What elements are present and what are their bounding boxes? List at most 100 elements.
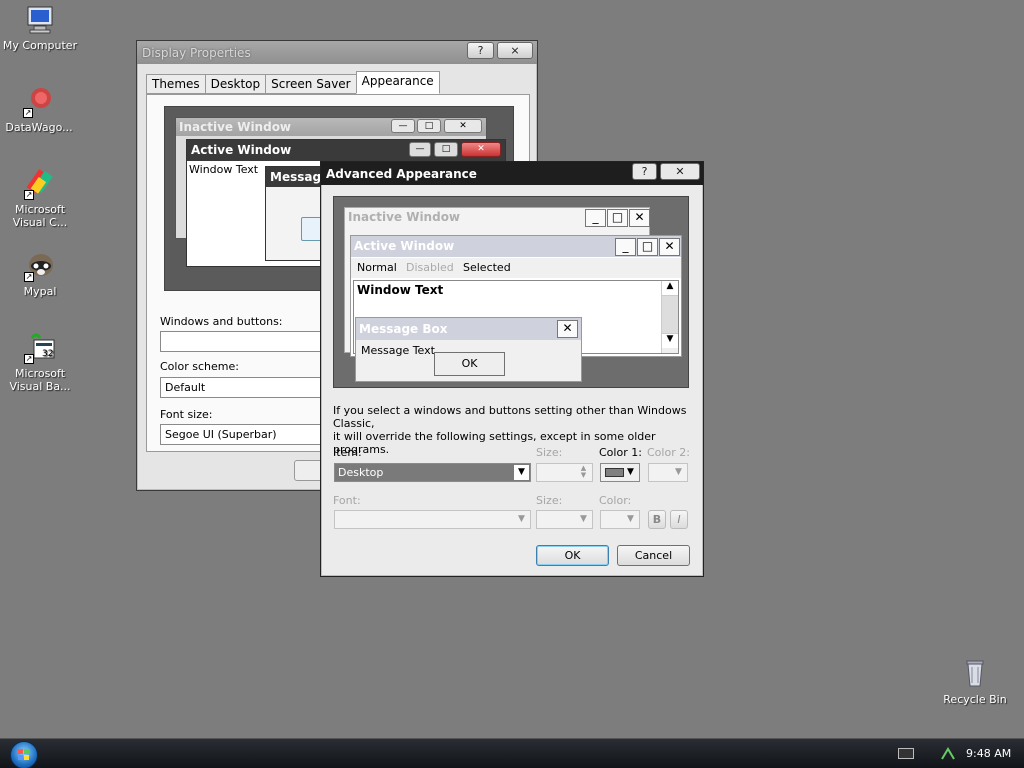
maximize-icon: □ — [417, 119, 441, 133]
computer-icon — [24, 4, 56, 36]
desktop-icon-my-computer[interactable]: My Computer — [1, 4, 79, 52]
color2-label: Color 2: — [647, 446, 690, 459]
color1-label: Color 1: — [599, 446, 642, 459]
spinner-arrows-icon: ▲ ▼ — [580, 464, 587, 479]
desktop-icon-label: Microsoft Visual Ba... — [9, 367, 71, 393]
font-size-select[interactable]: Segoe UI (Superbar) — [160, 424, 330, 445]
font-label: Font: — [333, 494, 361, 507]
size-label: Size: — [536, 446, 563, 459]
taskbar-clock[interactable]: 9:48 AM — [966, 747, 1011, 760]
close-icon: ✕ — [675, 165, 685, 178]
chevron-down-icon: ▼ — [627, 467, 634, 477]
color-swatch — [605, 468, 624, 477]
close-button[interactable]: ✕ — [660, 163, 700, 180]
scroll-down-icon: ▼ — [662, 333, 678, 348]
minimize-icon: — — [409, 142, 431, 157]
preview-menu-bar: Normal Disabled Selected — [351, 258, 681, 278]
tab-strip: Themes Desktop Screen Saver Appearance — [146, 71, 440, 94]
svg-text:32: 32 — [42, 349, 53, 359]
desktop-icon-label: Microsoft Visual C... — [12, 203, 68, 229]
font-size-select[interactable]: ▼ — [536, 510, 593, 529]
visual-basic-icon: 32 ↗ — [24, 332, 56, 364]
italic-button[interactable]: I — [670, 510, 688, 529]
close-icon: ✕ — [659, 238, 680, 256]
tab-desktop[interactable]: Desktop — [204, 74, 267, 94]
ok-button[interactable]: OK — [536, 545, 609, 566]
chevron-down-icon: ▼ — [627, 514, 634, 524]
tab-themes[interactable]: Themes — [146, 74, 206, 94]
preview-message-box[interactable]: Message Box ✕ Message Text OK — [355, 317, 582, 382]
scroll-up-icon: ▲ — [662, 281, 678, 296]
recycle-bin-icon — [959, 658, 991, 690]
preview-message-text: Message Text — [361, 344, 435, 357]
network-icon[interactable] — [940, 745, 956, 761]
datawagon-icon: ↗ — [23, 86, 55, 118]
shortcut-arrow-icon: ↗ — [24, 354, 34, 364]
item-select-value: Desktop — [338, 466, 384, 479]
chevron-down-icon: ▼ — [518, 514, 525, 524]
desktop-icon-label: DataWago... — [5, 121, 73, 134]
start-button[interactable] — [10, 741, 38, 768]
minimize-icon: — — [391, 119, 415, 133]
advanced-appearance-dialog[interactable]: Advanced Appearance ? ✕ Inactive Window … — [320, 161, 704, 577]
info-text-line: If you select a windows and buttons sett… — [333, 404, 687, 430]
window-title: Display Properties — [142, 45, 251, 60]
desktop-icon-datawagon[interactable]: ↗ DataWago... — [0, 86, 78, 134]
close-button[interactable]: ⨯ — [497, 42, 533, 59]
desktop-icon-recycle-bin[interactable]: Recycle Bin — [936, 658, 1014, 706]
shortcut-arrow-icon: ↗ — [23, 108, 33, 118]
font-size-label: Font size: — [160, 408, 213, 421]
menu-disabled: Disabled — [406, 261, 454, 274]
preview-ok-button: OK — [434, 352, 505, 376]
desktop-icon-visual-basic[interactable]: 32 ↗ Microsoft Visual Ba... — [1, 332, 79, 393]
advanced-preview[interactable]: Inactive Window _ □ ✕ Active Window _ □ … — [333, 196, 689, 388]
visual-c-icon: ↗ — [24, 168, 56, 200]
help-icon: ? — [641, 165, 648, 178]
windows-logo-icon — [18, 749, 29, 760]
close-icon: ✕ — [461, 142, 501, 157]
size-spinner[interactable]: ▲ ▼ — [536, 463, 593, 482]
windows-buttons-select[interactable] — [160, 331, 330, 352]
menu-selected: Selected — [463, 261, 511, 274]
desktop-icon-label: Mypal — [23, 285, 57, 298]
maximize-icon: □ — [607, 209, 628, 227]
close-icon: ⨯ — [510, 44, 520, 57]
color1-picker[interactable]: ▼ — [600, 463, 640, 482]
dialog-title: Advanced Appearance — [326, 166, 477, 181]
maximize-icon: □ — [637, 238, 658, 256]
color-scheme-select[interactable]: Default — [160, 377, 330, 398]
close-icon: ✕ — [557, 320, 578, 338]
desktop-icon-label: My Computer — [2, 39, 78, 52]
taskbar: 9:48 AM — [0, 738, 1024, 768]
item-select[interactable]: Desktop ▼ — [334, 463, 531, 482]
desktop-icon-label: Recycle Bin — [943, 693, 1007, 706]
color2-picker[interactable]: ▼ — [648, 463, 688, 482]
preview-message-box-title: Message Box — [356, 318, 581, 340]
bold-button[interactable]: B — [648, 510, 666, 529]
desktop-icon-mypal[interactable]: ↗ Mypal — [1, 250, 79, 298]
chevron-down-icon: ▼ — [675, 467, 682, 477]
minimize-icon: _ — [615, 238, 636, 256]
chevron-down-icon: ▼ — [514, 465, 529, 480]
windows-buttons-label: Windows and buttons: — [160, 315, 283, 328]
help-button[interactable]: ? — [467, 42, 494, 59]
shortcut-arrow-icon: ↗ — [24, 190, 34, 200]
font-color-picker[interactable]: ▼ — [600, 510, 640, 529]
color-scheme-label: Color scheme: — [160, 360, 239, 373]
cancel-button[interactable]: Cancel — [617, 545, 690, 566]
tab-screen-saver[interactable]: Screen Saver — [265, 74, 357, 94]
help-button[interactable]: ? — [632, 163, 657, 180]
keyboard-icon[interactable] — [898, 748, 914, 759]
minimize-icon: _ — [585, 209, 606, 227]
close-icon: ✕ — [444, 119, 482, 133]
font-select[interactable]: ▼ — [334, 510, 531, 529]
maximize-icon: □ — [434, 142, 458, 157]
font-color-label: Color: — [599, 494, 632, 507]
desktop-icon-visual-c[interactable]: ↗ Microsoft Visual C... — [1, 168, 79, 229]
shortcut-arrow-icon: ↗ — [24, 272, 34, 282]
help-icon: ? — [477, 44, 484, 57]
scroll-thumb — [662, 296, 678, 333]
tab-appearance[interactable]: Appearance — [355, 71, 440, 94]
mypal-icon: ↗ — [24, 250, 56, 282]
preview-scrollbar: ▲ ▼ — [661, 281, 678, 353]
